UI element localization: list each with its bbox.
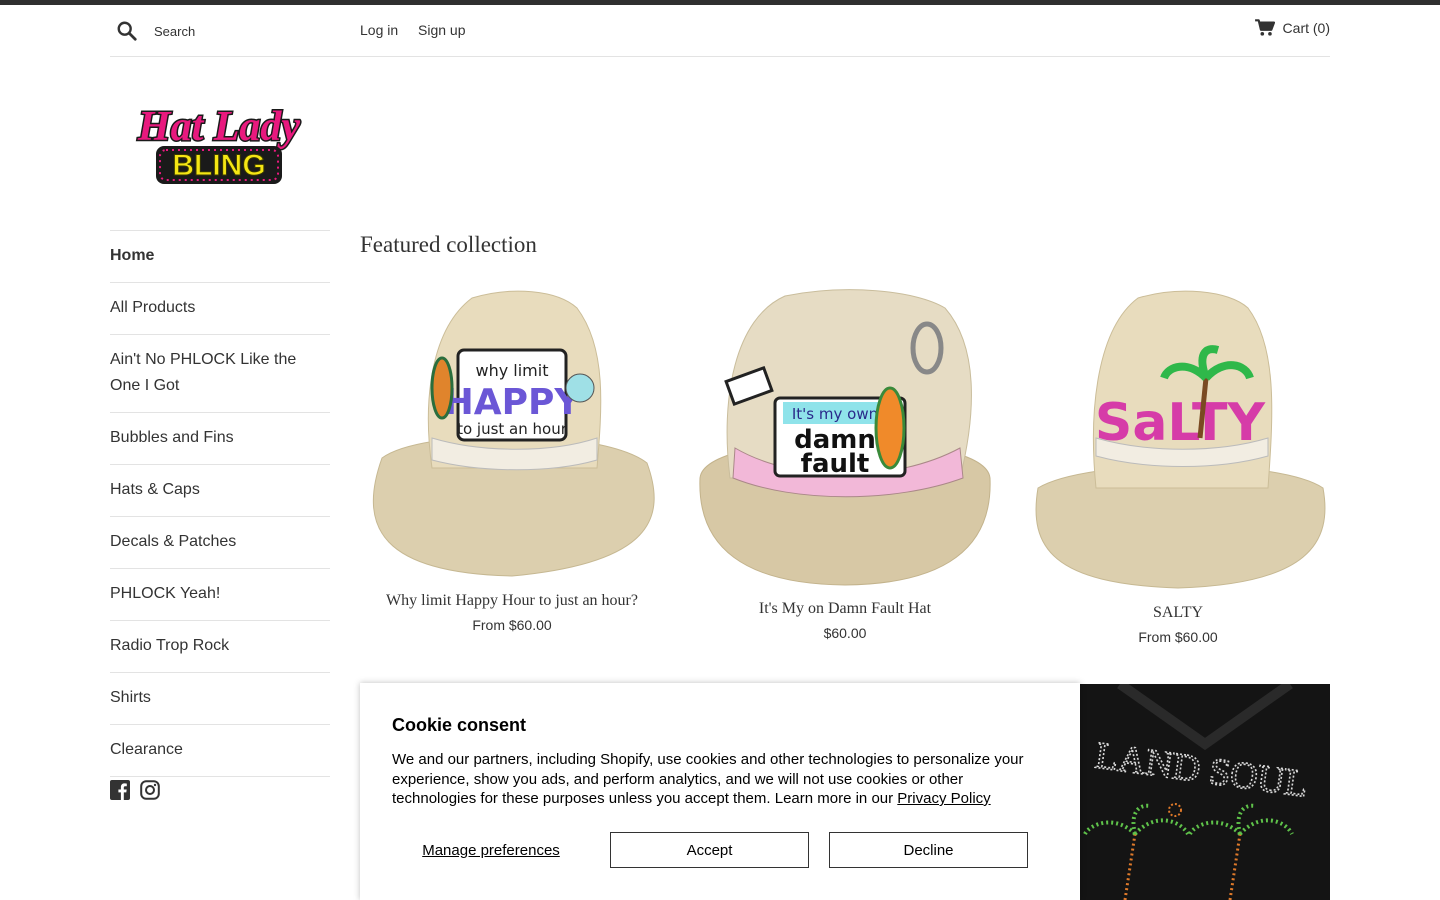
cart-icon (1254, 19, 1275, 36)
accept-button[interactable]: Accept (610, 832, 809, 868)
product-card-island-soul-shirt[interactable]: LAND SOUL (1080, 684, 1330, 900)
product-title[interactable]: It's My on Damn Fault Hat (695, 600, 995, 618)
logo-line1: Hat Lady (137, 104, 300, 150)
cookie-body: We and our partners, including Shopify, … (392, 750, 1042, 809)
sidebar-item-radio-trop-rock[interactable]: Radio Trop Rock (110, 621, 330, 673)
product-card-happy-hour[interactable]: why limit HAPPY to just an hour Why limi… (362, 288, 662, 633)
patch-text-1: why limit (476, 361, 549, 380)
product-title[interactable]: Why limit Happy Hour to just an hour? (362, 592, 662, 610)
sidebar-item-shirts[interactable]: Shirts (110, 673, 330, 725)
cart-label: Cart (0) (1282, 20, 1330, 36)
product-card-salty[interactable]: SaLTY SALTY From $60.00 (1028, 288, 1328, 645)
sidebar-item-phlock[interactable]: Ain't No PHLOCK Like the One I Got (110, 335, 330, 413)
product-title[interactable]: SALTY (1028, 604, 1328, 622)
featured-collection-title: Featured collection (360, 232, 537, 257)
product-image-damn-fault-hat: It's my own damn fault (699, 289, 991, 586)
decline-button[interactable]: Decline (829, 832, 1028, 868)
product-card-damn-fault[interactable]: It's my own damn fault It's My on Damn F… (695, 288, 995, 641)
patch-text-2: HAPPY (444, 382, 582, 423)
cookie-title: Cookie consent (392, 715, 527, 735)
manage-preferences-button[interactable]: Manage preferences (392, 832, 590, 868)
sidebar-item-home[interactable]: Home (110, 231, 330, 283)
patch-text-1: SaLTY (1095, 393, 1267, 453)
sidebar-item-bubbles-and-fins[interactable]: Bubbles and Fins (110, 413, 330, 465)
sidebar-item-decals-patches[interactable]: Decals & Patches (110, 517, 330, 569)
logo-line2: BLING (172, 149, 265, 182)
privacy-policy-link[interactable]: Privacy Policy (897, 790, 990, 807)
cart-link[interactable]: Cart (0) (1254, 19, 1330, 37)
signup-link[interactable]: Sign up (418, 22, 465, 38)
patch-text-3: fault (801, 449, 870, 479)
sidebar-item-clearance[interactable]: Clearance (110, 725, 330, 777)
instagram-icon (140, 780, 160, 800)
sidebar-nav: Home All Products Ain't No PHLOCK Like t… (110, 230, 330, 777)
instagram-link[interactable] (140, 780, 160, 800)
sidebar-item-all-products[interactable]: All Products (110, 283, 330, 335)
search-icon[interactable] (116, 20, 138, 42)
facebook-link[interactable] (110, 780, 130, 800)
product-image-salty-hat: SaLTY (1035, 290, 1326, 589)
cookie-consent-dialog: Cookie consent We and our partners, incl… (360, 683, 1080, 900)
sidebar-item-phlock-yeah[interactable]: PHLOCK Yeah! (110, 569, 330, 621)
site-header: Log in Sign up Cart (0) (110, 5, 1330, 57)
login-link[interactable]: Log in (360, 22, 398, 38)
search-input[interactable] (154, 19, 344, 43)
product-image-island-soul-shirt: LAND SOUL (1083, 684, 1311, 900)
patch-text-3: to just an hour (457, 420, 568, 438)
facebook-icon (110, 780, 130, 800)
product-price: From $60.00 (1138, 629, 1218, 645)
sidebar-item-hats-caps[interactable]: Hats & Caps (110, 465, 330, 517)
product-price: From $60.00 (472, 617, 552, 633)
cookie-actions: Manage preferences Accept Decline (392, 832, 1028, 868)
social-links (110, 780, 160, 800)
patch-text-1: It's my own (792, 405, 878, 423)
product-price: $60.00 (823, 625, 867, 641)
logo-image: Hat Lady BLING (135, 103, 302, 184)
product-image-happy-hour-hat: why limit HAPPY to just an hour (372, 290, 655, 577)
site-logo[interactable]: Hat Lady BLING (116, 96, 322, 190)
